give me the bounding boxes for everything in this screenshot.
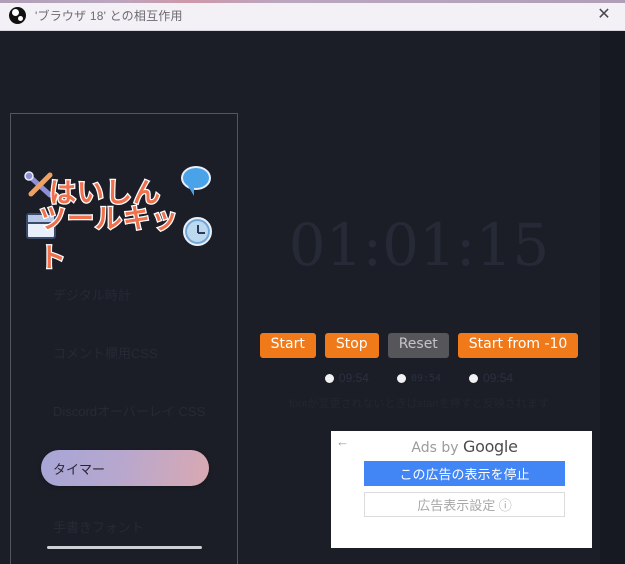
google-wordmark: Google (462, 437, 518, 456)
sidebar-item-label: タイマー (53, 461, 106, 477)
sidebar-nav: デジタル時計 コメント欄用CSS Discordオーバーレイ CSS タイマー … (11, 276, 239, 564)
logo-line-2: ツールキット (38, 203, 180, 276)
sidebar-item-label: デジタル時計 (53, 287, 131, 303)
sidebar-item-label: コメント欄用CSS (53, 345, 158, 361)
page-body: はいしん ツールキット デジタル時計 コメント欄用CSS Discordオーバー… (0, 31, 625, 564)
stop-button[interactable]: Stop (324, 333, 379, 358)
sidebar-item-label: 手書きフォント (53, 519, 145, 535)
radio-dot-icon (324, 373, 334, 383)
font-option-label: 09:54 (483, 371, 514, 385)
close-icon[interactable]: ✕ (591, 3, 617, 27)
font-option-group: 09:54 09:54 09:54 (238, 371, 600, 385)
main-content: 01:01:15 Start Stop Reset Start from -10… (238, 31, 600, 564)
sidebar-item-comment-css[interactable]: コメント欄用CSS (41, 334, 209, 370)
ads-by-prefix: Ads by (411, 440, 463, 456)
window-title: 'ブラウザ 18' との相互作用 (35, 8, 183, 23)
obs-circle-icon (9, 6, 26, 24)
sidebar-item-discord-overlay-css[interactable]: Discordオーバーレイ CSS (41, 392, 209, 428)
start-from-minus-10-button[interactable]: Start from -10 (457, 333, 579, 358)
ads-by-google-label: Ads by Google (331, 437, 592, 456)
window-titlebar: 'ブラウザ 18' との相互作用 ✕ (0, 0, 625, 31)
sidebar-item-timer[interactable]: タイマー (41, 450, 209, 486)
font-option-label: 09:54 (410, 372, 442, 384)
font-option-label: 09:54 (338, 371, 369, 385)
start-button[interactable]: Start (259, 333, 316, 358)
right-gutter (600, 31, 625, 564)
reset-button[interactable]: Reset (387, 333, 449, 358)
radio-dot-icon (469, 373, 479, 383)
titlebar-accent-strip (0, 0, 625, 3)
app-window: 'ブラウザ 18' との相互作用 ✕ はいしん ツールキット デジタル時計 コメ… (0, 0, 625, 564)
sidebar: はいしん ツールキット デジタル時計 コメント欄用CSS Discordオーバー… (10, 113, 238, 564)
ad-settings-button[interactable]: 広告表示設定 ⓘ (364, 492, 565, 517)
stop-showing-ad-button[interactable]: この広告の表示を停止 (364, 461, 565, 486)
font-option-third[interactable]: 09:54 (469, 371, 513, 385)
timer-display: 01:01:15 (288, 211, 550, 279)
speech-bubble-icon (181, 166, 211, 196)
sidebar-item-label: Discordオーバーレイ CSS (53, 403, 206, 419)
radio-dot-icon (396, 373, 406, 383)
font-option-mono[interactable]: 09:54 (396, 372, 442, 384)
site-logo: はいしん ツールキット (23, 166, 212, 275)
sidebar-item-digital-clock[interactable]: デジタル時計 (41, 276, 209, 312)
timer-button-row: Start Stop Reset Start from -10 (238, 333, 600, 358)
font-option-serif[interactable]: 09:54 (324, 371, 369, 385)
font-hint-text: fontが変更されないときはstartを押すと反映されます (289, 398, 549, 410)
ad-panel: ← Ads by Google この広告の表示を停止 広告表示設定 ⓘ (328, 428, 595, 551)
sidebar-item-handwriting-font[interactable]: 手書きフォント (41, 508, 209, 544)
sidebar-divider (47, 546, 202, 549)
